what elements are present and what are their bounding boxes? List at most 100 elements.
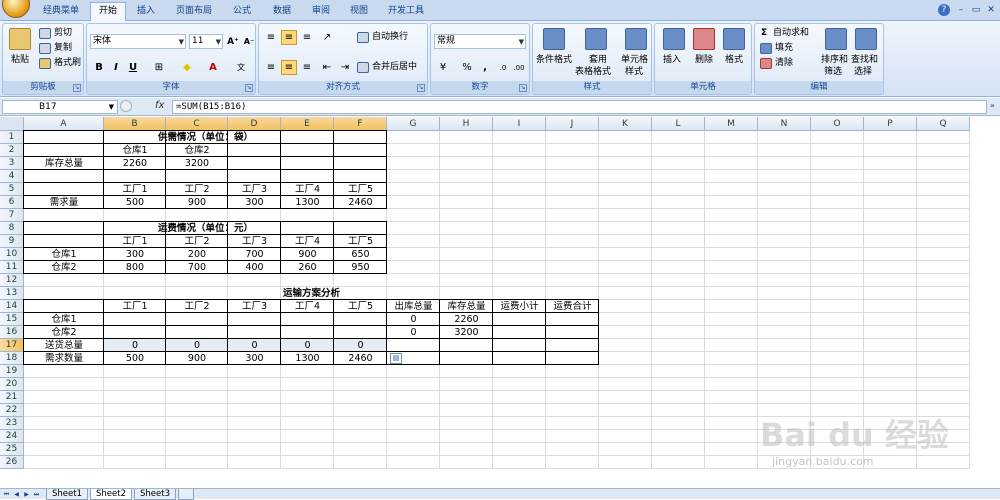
increase-decimal-icon[interactable]: .0 — [495, 60, 511, 75]
find-select-label-1[interactable]: 查找和 — [851, 54, 878, 66]
cell-need[interactable]: 900 — [166, 352, 228, 365]
align-bottom-icon[interactable]: ≡ — [299, 30, 315, 45]
shrink-font-icon[interactable]: A⁻ — [241, 34, 257, 49]
underline-icon[interactable]: U — [125, 60, 141, 75]
sigma-icon[interactable]: Σ — [761, 27, 767, 39]
format-painter-icon[interactable] — [39, 58, 51, 69]
comma-icon[interactable]: , — [477, 60, 493, 75]
decrease-decimal-icon[interactable]: .00 — [511, 60, 527, 75]
close-icon[interactable]: ✕ — [985, 4, 997, 16]
cell-cost[interactable]: 800 — [104, 261, 166, 274]
sheet-tab-2[interactable]: Sheet2 — [90, 489, 132, 500]
cell-factory-header[interactable]: 工厂2 — [166, 183, 228, 196]
cell-G14[interactable]: 出库总量 — [387, 300, 440, 313]
cell-factory-header[interactable]: 工厂1 — [104, 183, 166, 196]
row-header-11[interactable]: 11 — [0, 261, 24, 274]
bold-icon[interactable]: B — [91, 60, 107, 75]
cut-button[interactable]: 剪切 — [54, 27, 72, 39]
cell-H15[interactable]: 2260 — [440, 313, 493, 326]
cell-factory-header[interactable]: 工厂1 — [104, 300, 166, 313]
cell-demand[interactable]: 300 — [228, 196, 281, 209]
scissors-icon[interactable] — [39, 28, 51, 39]
wrap-text-icon[interactable] — [357, 32, 369, 43]
cell-factory-header[interactable]: 工厂3 — [228, 235, 281, 248]
sheet-tab-1[interactable]: Sheet1 — [46, 489, 88, 500]
tab-insert[interactable]: 插入 — [130, 3, 162, 21]
align-top-icon[interactable]: ≡ — [263, 30, 279, 45]
cell-factory-header[interactable]: 工厂1 — [104, 235, 166, 248]
cell-demand[interactable]: 900 — [166, 196, 228, 209]
insert-sheet-icon[interactable] — [178, 489, 194, 500]
first-sheet-icon[interactable]: ⏮ — [2, 490, 11, 499]
row-header-18[interactable]: 18 — [0, 352, 24, 365]
transport-analysis-title[interactable]: 运输方案分析 — [24, 287, 599, 300]
cell-need[interactable]: 500 — [104, 352, 166, 365]
row-header-8[interactable]: 8 — [0, 222, 24, 235]
format-cells-button[interactable]: 格式 — [725, 54, 743, 66]
sheet-tab-3[interactable]: Sheet3 — [134, 489, 176, 500]
row-header-6[interactable]: 6 — [0, 196, 24, 209]
cell-factory-header[interactable]: 工厂4 — [281, 183, 334, 196]
cell-G15[interactable]: 0 — [387, 313, 440, 326]
paste-icon[interactable] — [9, 28, 31, 50]
launcher-icon[interactable]: ↘ — [417, 84, 425, 92]
cell-need[interactable]: 1300 — [281, 352, 334, 365]
row-header-2[interactable]: 2 — [0, 144, 24, 157]
column-header-M[interactable]: M — [705, 117, 758, 131]
launcher-icon[interactable]: ↘ — [245, 84, 253, 92]
row-header-13[interactable]: 13 — [0, 287, 24, 300]
cancel-entry-icon[interactable] — [120, 100, 132, 112]
row-header-22[interactable]: 22 — [0, 404, 24, 417]
tab-classic-menu[interactable]: 经典菜单 — [36, 3, 86, 21]
cell-H14[interactable]: 库存总量 — [440, 300, 493, 313]
tab-view[interactable]: 视图 — [343, 3, 375, 21]
cell-factory-header[interactable]: 工厂3 — [228, 183, 281, 196]
sort-filter-icon[interactable] — [825, 28, 847, 50]
cell-C3[interactable]: 3200 — [166, 157, 228, 170]
name-box[interactable]: B17 ▼ — [2, 100, 118, 114]
formula-input[interactable]: =SUM(B15:B16) — [172, 100, 987, 114]
cell-G16[interactable]: 0 — [387, 326, 440, 339]
cell-factory-header[interactable]: 工厂2 — [166, 235, 228, 248]
autofill-options-icon[interactable]: ▤ — [390, 353, 402, 364]
italic-icon[interactable]: I — [108, 60, 124, 75]
help-icon[interactable]: ? — [938, 4, 950, 16]
cell-need[interactable]: 2460 — [334, 352, 387, 365]
align-left-icon[interactable]: ≡ — [263, 60, 279, 75]
row-header-23[interactable]: 23 — [0, 417, 24, 430]
wrap-text-button[interactable]: 自动换行 — [372, 31, 408, 43]
table-format-icon[interactable] — [585, 28, 607, 50]
office-button[interactable] — [2, 0, 30, 18]
cell-factory-header[interactable]: 工厂2 — [166, 300, 228, 313]
conditional-format-button[interactable]: 条件格式 — [536, 54, 572, 66]
phonetic-icon[interactable]: 文 — [233, 60, 249, 75]
prev-sheet-icon[interactable]: ◀ — [12, 490, 21, 499]
merge-center-icon[interactable] — [357, 62, 369, 73]
cell-A11[interactable]: 仓库2 — [24, 261, 104, 274]
column-header-H[interactable]: H — [440, 117, 493, 131]
cell-cost[interactable]: 950 — [334, 261, 387, 274]
delete-cells-button[interactable]: 删除 — [695, 54, 713, 66]
cell-factory-header[interactable]: 工厂3 — [228, 300, 281, 313]
tab-developer[interactable]: 开发工具 — [382, 3, 430, 21]
freight-cost-title[interactable]: 运费情况（单位：元） — [24, 222, 387, 235]
row-header-15[interactable]: 15 — [0, 313, 24, 326]
column-header-J[interactable]: J — [546, 117, 599, 131]
select-all-corner[interactable] — [0, 117, 24, 131]
tab-formulas[interactable]: 公式 — [226, 3, 258, 21]
align-middle-icon[interactable]: ≡ — [281, 30, 297, 45]
cell-A18[interactable]: 需求数量 — [24, 352, 104, 365]
font-color-icon[interactable]: A — [205, 60, 221, 75]
row-header-26[interactable]: 26 — [0, 456, 24, 469]
fill-icon[interactable] — [760, 43, 772, 54]
find-select-button[interactable]: 选择 — [854, 66, 872, 78]
eraser-icon[interactable] — [760, 58, 772, 69]
format-cells-icon[interactable] — [723, 28, 745, 50]
paste-button[interactable]: 粘贴 — [11, 54, 29, 66]
column-header-N[interactable]: N — [758, 117, 811, 131]
launcher-icon[interactable]: ↘ — [73, 84, 81, 92]
cell-A6[interactable]: 需求量 — [24, 196, 104, 209]
tab-review[interactable]: 审阅 — [305, 3, 337, 21]
delete-cells-icon[interactable] — [693, 28, 715, 50]
row-header-7[interactable]: 7 — [0, 209, 24, 222]
